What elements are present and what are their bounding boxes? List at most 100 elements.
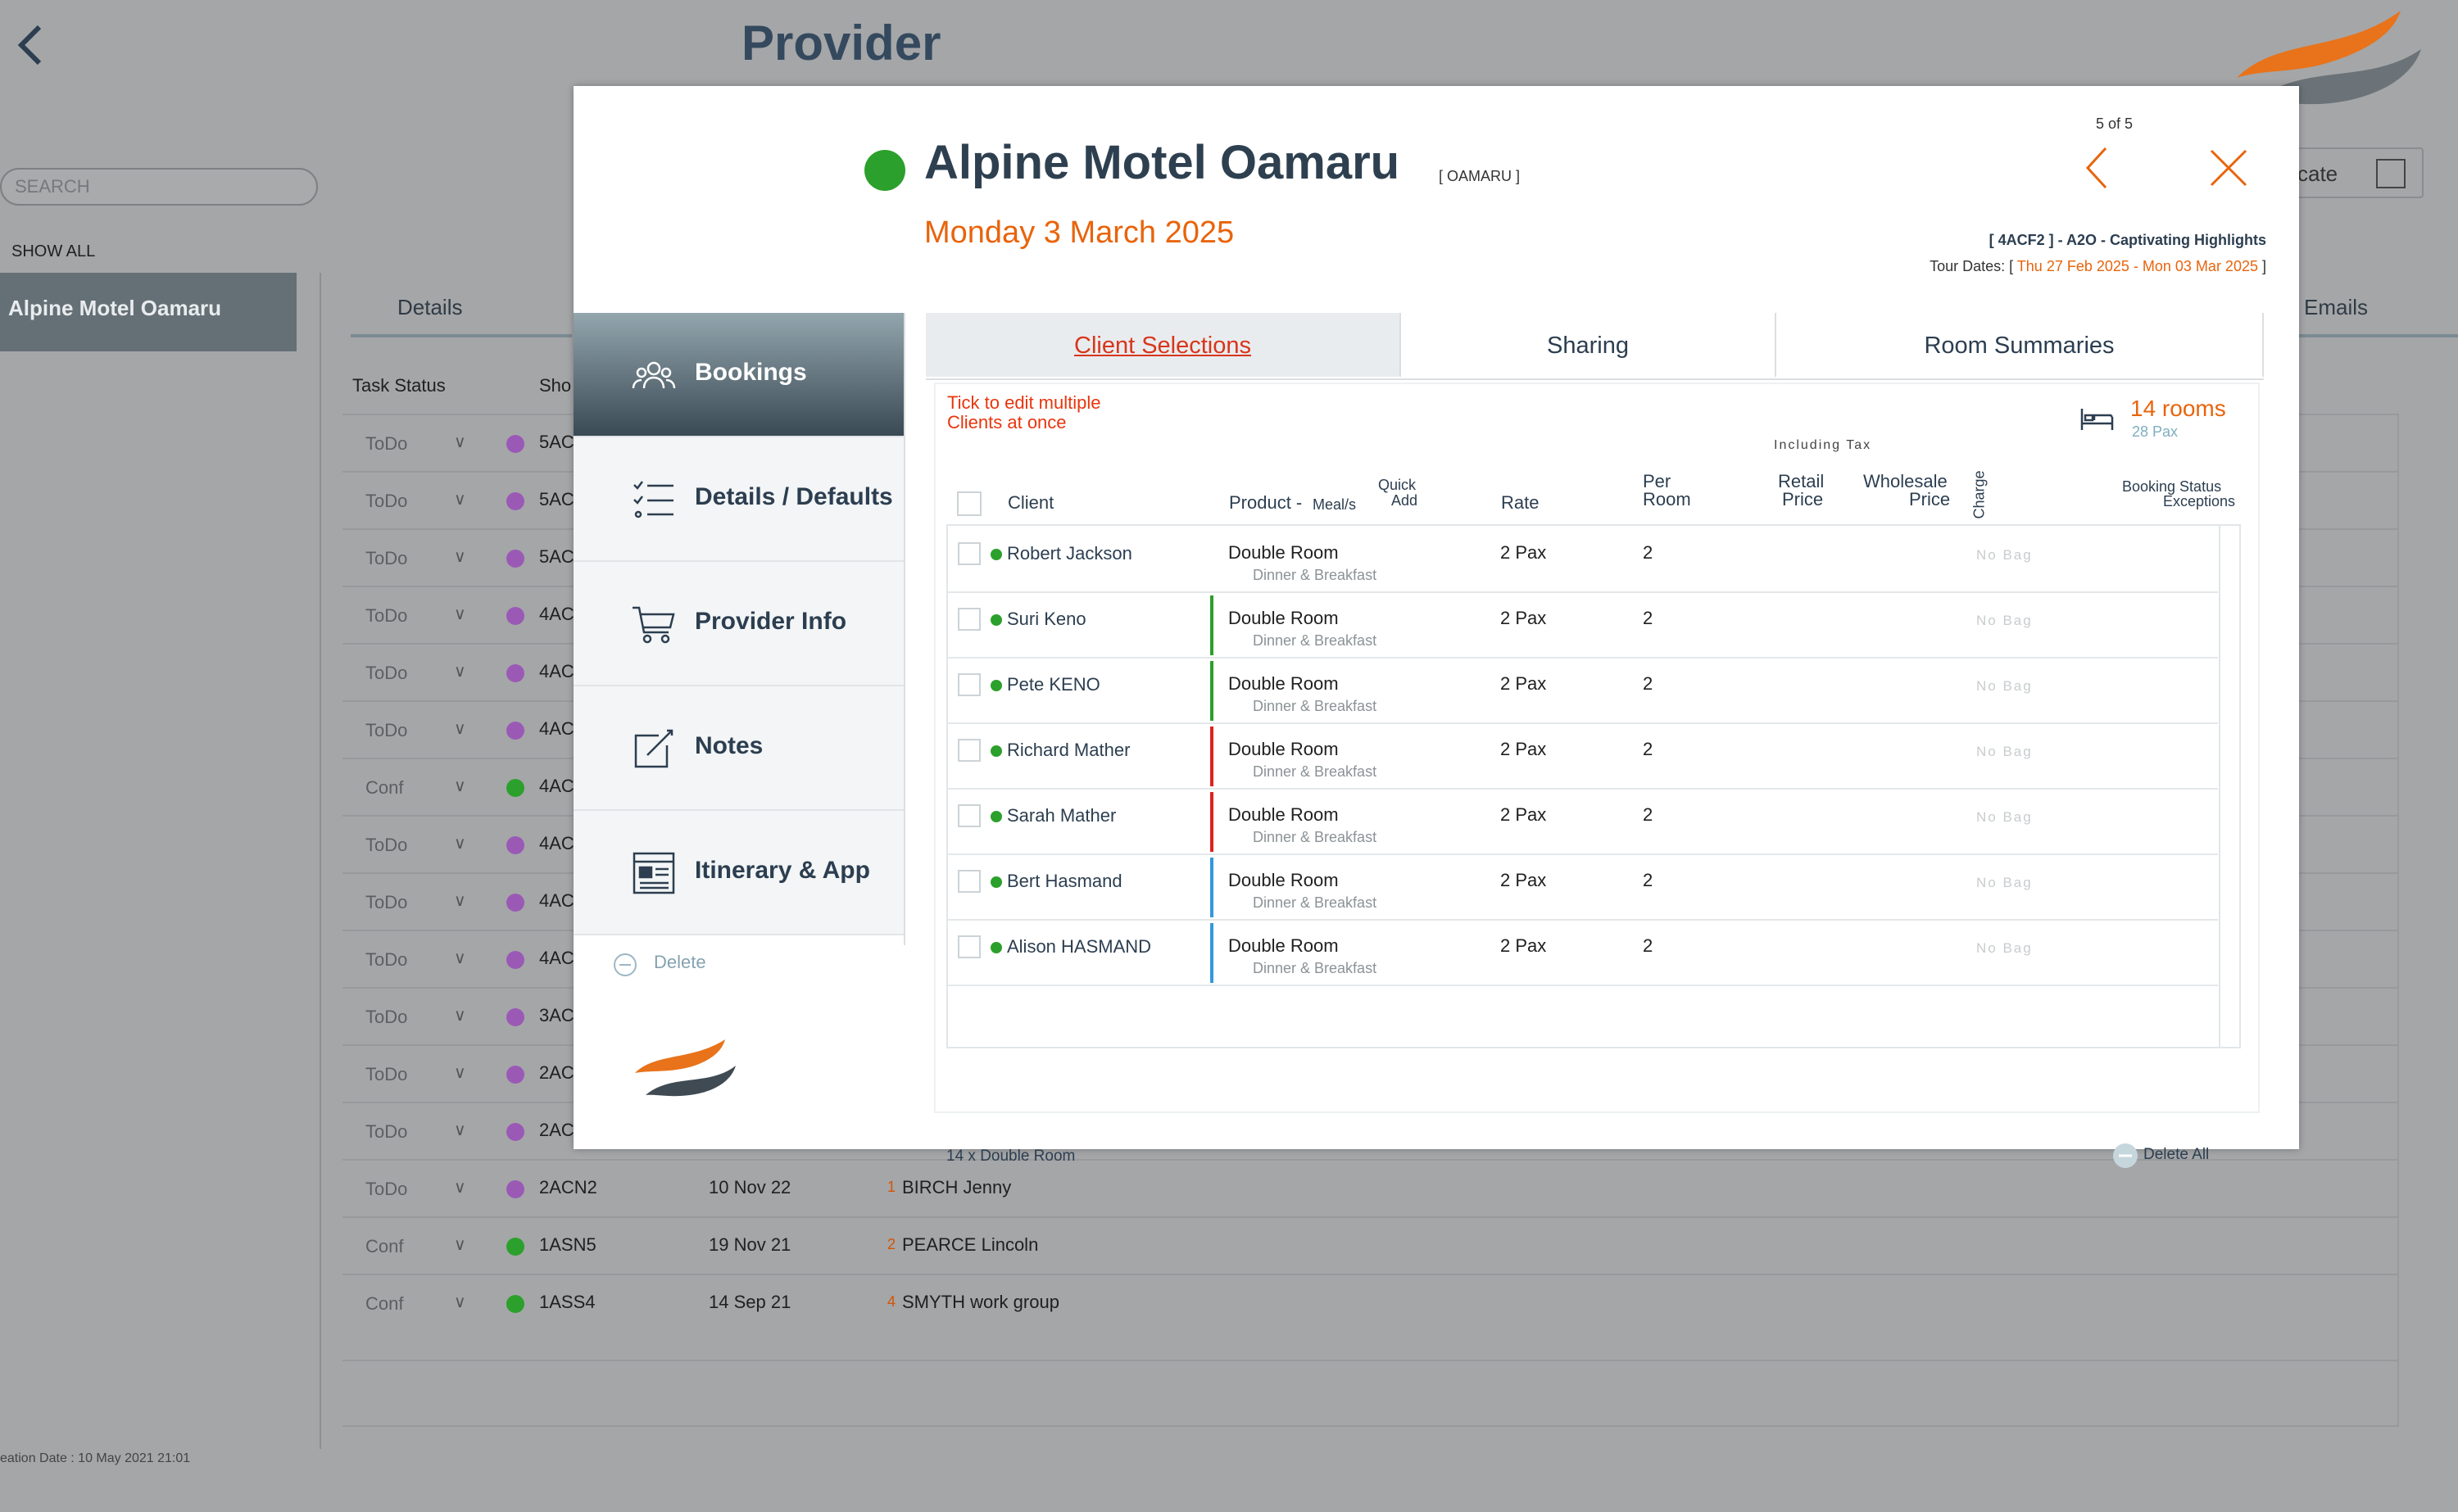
chevron-down-icon[interactable]: ∨: [454, 1177, 466, 1197]
chevron-down-icon[interactable]: ∨: [454, 1292, 466, 1312]
show-all-link[interactable]: SHOW ALL: [11, 242, 95, 261]
client-name[interactable]: Alison HASMAND: [1007, 936, 1151, 957]
task-status-select[interactable]: ToDo: [365, 720, 407, 741]
col-header-rate: Rate: [1501, 492, 1540, 513]
client-name[interactable]: Bert Hasmand: [1007, 871, 1122, 892]
nav-item-provider-info[interactable]: Provider Info: [574, 562, 905, 686]
status-dot: [991, 811, 1002, 822]
chevron-down-icon[interactable]: ∨: [454, 604, 466, 624]
client-name[interactable]: Robert Jackson: [1007, 543, 1132, 564]
row-checkbox[interactable]: [958, 673, 981, 696]
duplicate-button[interactable]: cate: [2278, 147, 2424, 198]
product-name[interactable]: Double Room: [1228, 935, 1339, 957]
task-status-select[interactable]: ToDo: [365, 1121, 407, 1143]
provider-list-item-selected[interactable]: Alpine Motel Oamaru: [0, 273, 297, 351]
client-row[interactable]: Sarah Mather Double Room Dinner & Breakfas…: [948, 790, 2218, 855]
client-name[interactable]: Suri Keno: [1007, 609, 1086, 630]
client-row[interactable]: Robert Jackson Double Room Dinner & Breakf…: [948, 527, 2218, 593]
tab-sharing[interactable]: Sharing: [1401, 313, 1776, 377]
row-checkbox[interactable]: [958, 935, 981, 958]
row-checkbox[interactable]: [958, 870, 981, 893]
delete-all-button[interactable]: Delete All: [2143, 1146, 2209, 1164]
client-name[interactable]: Pete KENO: [1007, 674, 1100, 695]
product-name[interactable]: Double Room: [1228, 804, 1339, 826]
client-row[interactable]: Suri Keno Double Room Dinner & Breakfast 2 …: [948, 593, 2218, 659]
chevron-down-icon[interactable]: ∨: [454, 546, 466, 567]
product-name[interactable]: Double Room: [1228, 542, 1339, 564]
chevron-down-icon[interactable]: ∨: [454, 718, 466, 739]
remove-circle-icon[interactable]: [2112, 1143, 2138, 1169]
row-checkbox[interactable]: [958, 804, 981, 827]
task-status-select[interactable]: Conf: [365, 1293, 403, 1315]
task-status-select[interactable]: ToDo: [365, 433, 407, 455]
select-all-checkbox[interactable]: [957, 491, 982, 516]
meal-plan: Dinner & Breakfast: [1253, 829, 1377, 845]
product-name[interactable]: Double Room: [1228, 870, 1339, 891]
per-room-value: 2: [1643, 542, 1653, 563]
tab-details[interactable]: Details: [397, 295, 462, 320]
chevron-down-icon[interactable]: ∨: [454, 489, 466, 509]
search-input[interactable]: SEARCH: [0, 168, 318, 206]
product-name[interactable]: Double Room: [1228, 739, 1339, 760]
tab-room-summaries[interactable]: Room Summaries: [1776, 313, 2264, 377]
chevron-down-icon[interactable]: ∨: [454, 1005, 466, 1025]
product-name[interactable]: Double Room: [1228, 673, 1339, 695]
tab-client-selections[interactable]: Client Selections: [926, 313, 1401, 377]
scrollbar-track[interactable]: [2219, 526, 2220, 1047]
modal-tabs: Client Selections Sharing Room Summaries: [926, 313, 2264, 380]
chevron-down-icon[interactable]: ∨: [454, 1062, 466, 1083]
task-status-select[interactable]: ToDo: [365, 548, 407, 569]
room-summary: 14 x Double Room: [946, 1148, 1076, 1165]
task-status-select[interactable]: ToDo: [365, 1007, 407, 1028]
chevron-down-icon[interactable]: ∨: [454, 432, 466, 452]
task-status-select[interactable]: ToDo: [365, 491, 407, 512]
chevron-down-icon[interactable]: ∨: [454, 948, 466, 968]
task-status-select[interactable]: ToDo: [365, 835, 407, 856]
client-row[interactable]: Pete KENO Double Room Dinner & Breakfast 2 …: [948, 659, 2218, 724]
task-row[interactable]: Conf ∨ 1ASS4 14 Sep 21 4 SMYTH work group: [342, 1274, 2399, 1331]
task-status-select[interactable]: Conf: [365, 777, 403, 799]
divider: [2397, 414, 2399, 1426]
chevron-down-icon[interactable]: ∨: [454, 776, 466, 796]
nav-item-itinerary[interactable]: Itinerary & App: [574, 811, 905, 935]
task-status-select[interactable]: ToDo: [365, 1179, 407, 1200]
task-status-select[interactable]: Conf: [365, 1236, 403, 1257]
row-checkbox[interactable]: [958, 608, 981, 631]
client-name[interactable]: Sarah Mather: [1007, 805, 1116, 826]
task-status-select[interactable]: ToDo: [365, 663, 407, 684]
back-arrow-icon[interactable]: [15, 20, 48, 70]
task-status-select[interactable]: ToDo: [365, 1064, 407, 1085]
chevron-down-icon[interactable]: ∨: [454, 833, 466, 853]
client-row[interactable]: Bert Hasmand Double Room Dinner & Breakfas…: [948, 855, 2218, 921]
row-checkbox[interactable]: [958, 542, 981, 565]
task-status-select[interactable]: ToDo: [365, 949, 407, 971]
chevron-down-icon[interactable]: ∨: [454, 661, 466, 681]
delete-button[interactable]: Delete: [654, 952, 706, 973]
task-row[interactable]: ToDo ∨ 2ACN2 10 Nov 22 1 BIRCH Jenny: [342, 1159, 2399, 1216]
duplicate-label: cate: [2297, 161, 2338, 186]
task-row[interactable]: Conf ∨ 1ASN5 19 Nov 21 2 PEARCE Lincoln: [342, 1216, 2399, 1274]
tab-underline: [2286, 334, 2458, 337]
chevron-left-icon[interactable]: [2081, 143, 2114, 192]
product-name[interactable]: Double Room: [1228, 608, 1339, 629]
rate-value: 2 Pax: [1500, 673, 1547, 694]
client-row[interactable]: Alison HASMAND Double Room Dinner & Breakf…: [948, 921, 2218, 986]
nav-item-details[interactable]: Details / Defaults: [574, 437, 905, 562]
chevron-down-icon[interactable]: ∨: [454, 1120, 466, 1140]
booking-code: 4AC: [539, 890, 574, 911]
nav-item-bookings[interactable]: Bookings: [574, 313, 905, 437]
meal-plan: Dinner & Breakfast: [1253, 960, 1377, 976]
divider: [342, 1425, 2399, 1427]
task-status-select[interactable]: ToDo: [365, 605, 407, 627]
task-status-select[interactable]: ToDo: [365, 892, 407, 913]
close-icon[interactable]: [2208, 147, 2249, 188]
client-name[interactable]: Richard Mather: [1007, 740, 1130, 761]
tab-emails[interactable]: Emails: [2304, 295, 2368, 320]
remove-circle-icon[interactable]: [613, 953, 637, 977]
client-row[interactable]: Richard Mather Double Room Dinner & Breakf…: [948, 724, 2218, 790]
booking-code: 5AC: [539, 489, 574, 509]
chevron-down-icon[interactable]: ∨: [454, 1234, 466, 1255]
nav-item-notes[interactable]: Notes: [574, 686, 905, 811]
chevron-down-icon[interactable]: ∨: [454, 890, 466, 911]
row-checkbox[interactable]: [958, 739, 981, 762]
